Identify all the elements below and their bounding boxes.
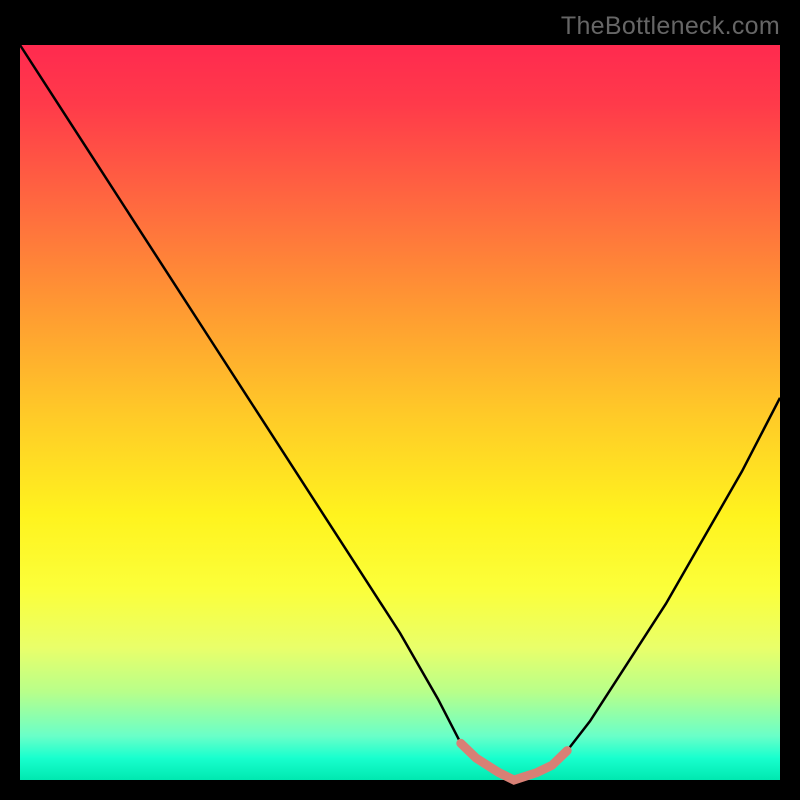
bottleneck-curve (20, 45, 780, 780)
chart-plot-area (20, 45, 780, 780)
watermark-text: TheBottleneck.com (561, 12, 780, 41)
highlight-segment (461, 743, 567, 780)
curve-svg (20, 45, 780, 780)
